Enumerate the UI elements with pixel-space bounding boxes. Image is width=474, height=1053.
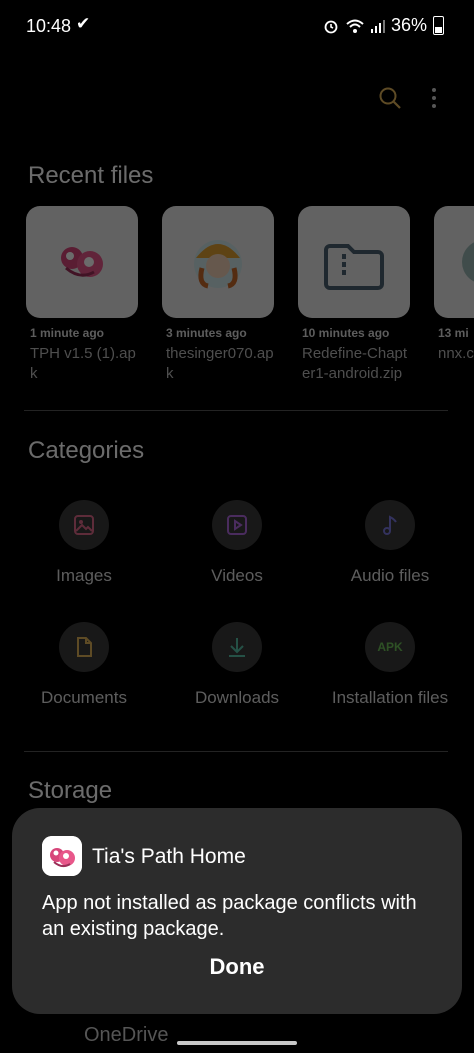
category-icon-bg [59,622,109,672]
recent-files-list: 1 minute ago TPH v1.5 (1).apk 3 minutes … [26,206,474,396]
image-icon [74,515,94,535]
app-icon [462,242,474,282]
status-bar: 10:48 ✔ 36% [0,0,474,54]
music-note-icon [383,515,397,535]
apk-icon: APK [377,640,403,654]
category-icon-bg [59,500,109,550]
file-thumbnail [162,206,274,318]
category-label: Installation files [331,688,449,707]
document-icon [77,637,92,657]
file-time-ago: 1 minute ago [30,326,105,340]
recent-file-item[interactable]: 1 minute ago TPH v1.5 (1).apk [26,206,140,384]
status-time: 10:48 [26,16,72,36]
wifi-icon [346,19,364,33]
category-label: Documents [41,688,127,707]
file-name: TPH v1.5 (1).apk [30,345,136,382]
search-icon[interactable] [378,86,402,110]
category-label: Downloads [194,688,280,707]
recent-file-item[interactable]: 3 minutes ago thesinger070.apk [162,206,276,384]
done-button[interactable]: Done [12,954,462,980]
zip-folder-icon [324,244,384,290]
check-icon: ✔ [76,14,91,33]
category-documents[interactable]: Documents [9,622,159,708]
battery-percent: 36% [390,15,427,35]
category-label: Images [56,566,112,585]
tph-app-logo-icon [61,247,103,277]
file-thumbnail [26,206,138,318]
status-icons: 36% [323,15,444,36]
app-logo-icon [42,836,82,876]
file-name: nnx.ce.apk [438,345,474,362]
recent-file-item[interactable]: 13 mi nnx.ce.apk [434,206,474,364]
file-time-ago: 10 minutes ago [302,326,390,340]
category-icon-bg [212,500,262,550]
more-vert-icon[interactable] [428,86,440,110]
tph-app-logo-icon [42,836,82,876]
storage-item-onedrive: OneDrive [84,1024,169,1046]
storage-title: Storage [28,777,113,804]
download-icon [229,638,245,657]
categories-title: Categories [28,437,145,464]
category-downloads[interactable]: Downloads [162,622,312,708]
recent-files-title: Recent files [28,162,154,189]
character-avatar-icon [194,240,242,289]
category-label: Videos [211,566,263,585]
category-icon-bg [212,622,262,672]
category-audio-files[interactable]: Audio files [315,500,465,586]
signal-icon [370,19,385,33]
file-time-ago: 3 minutes ago [166,326,247,340]
battery-icon [433,16,444,35]
alarm-icon [324,20,338,33]
file-name: Redefine-Chapter1-android.zip [302,345,408,382]
category-icon-bg: APK [365,622,415,672]
file-manager-screen: 10:48 ✔ 36% Recent files 1 minute ago TP… [0,0,474,1053]
category-images[interactable]: Images [9,500,159,586]
install-error-dialog: Tia's Path Home App not installed as pac… [12,808,462,1014]
dialog-title: Tia's Path Home [92,845,246,868]
video-icon [227,515,247,535]
dialog-message: App not installed as package conflicts w… [42,892,417,940]
home-gesture-bar[interactable] [177,1041,297,1045]
category-videos[interactable]: Videos [162,500,312,586]
recent-file-item[interactable]: 10 minutes ago Redefine-Chapter1-android… [298,206,412,384]
category-label: Audio files [350,566,430,585]
file-thumbnail [298,206,410,318]
file-name: thesinger070.apk [166,345,274,382]
category-icon-bg [365,500,415,550]
file-time-ago: 13 mi [438,326,469,340]
file-thumbnail [434,206,474,318]
category-installation-files[interactable]: APK Installation files [315,622,465,708]
section-divider [24,751,448,752]
section-divider [24,410,448,411]
